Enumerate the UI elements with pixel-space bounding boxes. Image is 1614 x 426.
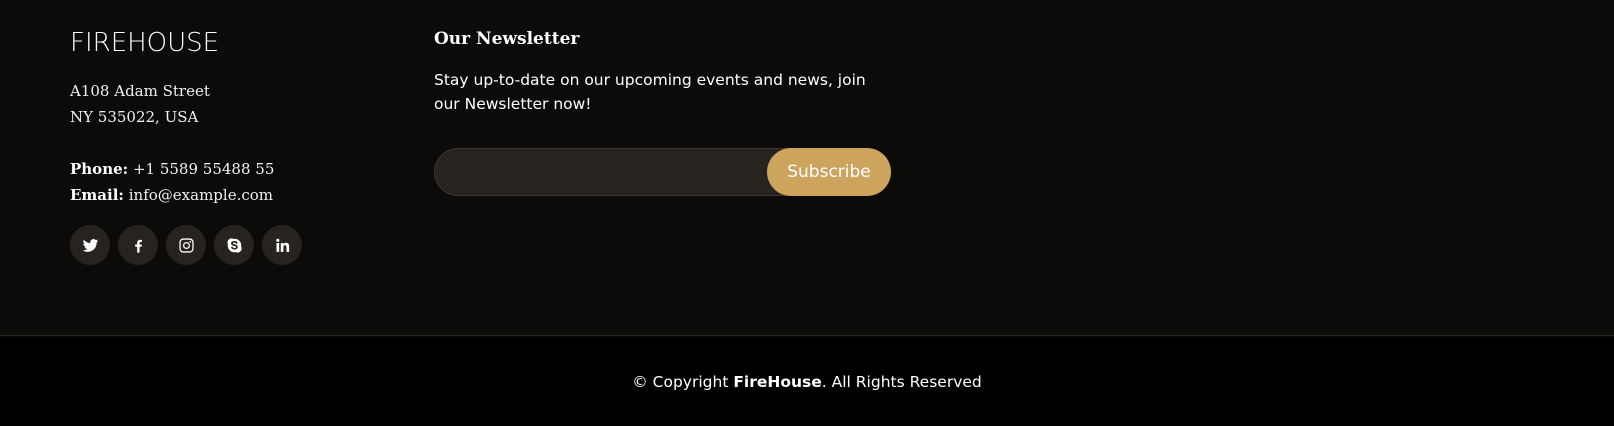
instagram-icon [178,237,194,253]
footer-logo[interactable]: FIREHOUSE [70,24,390,62]
linkedin-link[interactable] [262,225,302,265]
email-label: Email: [70,186,124,204]
skype-icon [226,237,242,253]
instagram-link[interactable] [166,225,206,265]
phone-value: +1 5589 55488 55 [132,160,275,178]
footer-contact-column: FIREHOUSE A108 Adam Street NY 535022, US… [70,24,390,265]
email-row: Email: info@example.com [70,182,390,208]
newsletter-title: Our Newsletter [434,29,580,49]
social-links [70,225,390,265]
twitter-link[interactable] [70,225,110,265]
newsletter-form: Subscribe [434,148,891,196]
copyright-suffix: . All Rights Reserved [821,372,982,391]
address-line-1: A108 Adam Street [70,82,210,100]
facebook-link[interactable] [118,225,158,265]
subscribe-button[interactable]: Subscribe [767,148,891,196]
address: A108 Adam Street NY 535022, USA [70,78,390,130]
copyright-prefix: © Copyright [632,372,734,391]
address-line-2: NY 535022, USA [70,108,199,126]
newsletter-description: Stay up-to-date on our upcoming events a… [434,71,866,113]
footer-top: FIREHOUSE A108 Adam Street NY 535022, US… [0,0,1614,336]
copyright-brand: FireHouse [733,372,822,391]
linkedin-icon [275,238,289,252]
skype-link[interactable] [214,225,254,265]
copyright-text: © Copyright FireHouse. All Rights Reserv… [632,373,982,391]
facebook-icon [134,239,142,253]
phone-row: Phone: +1 5589 55488 55 [70,156,390,182]
twitter-icon [82,238,98,252]
newsletter-section: Our Newsletter Stay up-to-date on our up… [434,26,894,196]
email-value: info@example.com [128,186,273,204]
phone-label: Phone: [70,160,129,178]
contact-info: Phone: +1 5589 55488 55 Email: info@exam… [70,156,390,208]
footer-bottom-bar: © Copyright FireHouse. All Rights Reserv… [0,337,1614,426]
